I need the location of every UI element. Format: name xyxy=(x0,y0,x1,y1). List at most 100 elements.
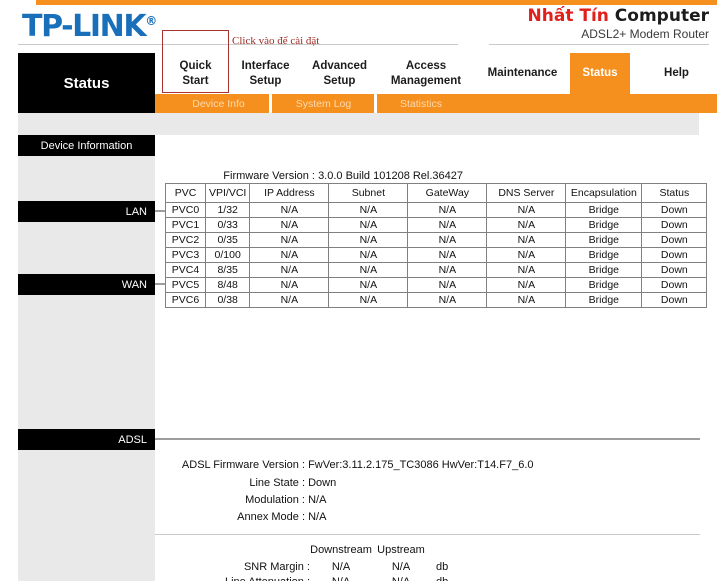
label-line-state: Line State : xyxy=(249,477,305,489)
table-cell: Down xyxy=(641,247,708,263)
adsl-stats-row-line-attenuation: Line Attenuation :N/AN/Adb xyxy=(155,576,448,581)
main-navigation: Status Quick Start Interface Setup Advanced S… xyxy=(0,53,717,113)
value-firmware-version: 3.0.0 Build 101208 Rel.36427 xyxy=(318,170,464,182)
nav-item-advanced-setup[interactable]: Advanced Setup xyxy=(302,53,377,94)
table-header-ip-address: IP Address xyxy=(249,183,330,203)
table-header-status: Status xyxy=(641,183,708,203)
header-divider-right xyxy=(489,44,709,45)
table-cell: Down xyxy=(641,217,708,233)
subnav-item-system-log[interactable]: System Log xyxy=(276,94,371,113)
table-cell: Bridge xyxy=(565,202,643,218)
table-cell: N/A xyxy=(328,217,409,233)
nav-item-quick-start[interactable]: Quick Start xyxy=(162,53,229,94)
router-admin-page: TP-LINK® Nhất Tín Computer ADSL2+ Modem … xyxy=(0,0,717,581)
table-cell: N/A xyxy=(249,202,330,218)
table-cell: N/A xyxy=(407,292,488,308)
value-snr-margin-upstream: N/A xyxy=(391,561,411,573)
nav-item-label-bottom: Start xyxy=(182,74,209,87)
wan-pvc-table: PVC VPI/VCI IP Address Subnet GateWay DNS Ser… xyxy=(165,183,708,308)
table-cell: 0/35 xyxy=(204,232,251,248)
value-adsl-firmware-version: FwVer:3.11.2.175_TC3086 HwVer:T14.F7_6.0 xyxy=(308,459,534,471)
table-header-row: PVC VPI/VCI IP Address Subnet GateWay DNS Ser… xyxy=(165,183,708,203)
table-cell: N/A xyxy=(407,232,488,248)
table-cell: PVC3 xyxy=(165,247,206,263)
wan-pvc-table-body: PVC0 1/32 N/A N/A N/A N/A Bridge Down PVC1 0/33 N/… xyxy=(165,202,708,308)
value-line-attenuation-downstream: N/A xyxy=(310,576,372,581)
table-cell: N/A xyxy=(407,217,488,233)
info-row-firmware-version: Firmware Version : 3.0.0 Build 101208 Re… xyxy=(155,170,463,182)
label-modulation: Modulation : xyxy=(245,494,305,506)
table-cell: N/A xyxy=(249,292,330,308)
annotation-label: Click vào để cài đặt xyxy=(232,35,320,47)
table-cell: Bridge xyxy=(565,232,643,248)
table-cell: N/A xyxy=(486,247,567,263)
adsl-stats-divider xyxy=(155,534,700,535)
table-cell: PVC0 xyxy=(165,202,206,218)
navigation-items: Quick Start Interface Setup Advanced Setup Acc… xyxy=(155,53,717,94)
table-cell: N/A xyxy=(328,292,409,308)
subnav-separator-2 xyxy=(374,94,377,113)
reseller-name: Nhất Tín Computer xyxy=(528,6,709,27)
nav-item-label-bottom: Setup xyxy=(249,74,282,87)
table-cell: PVC4 xyxy=(165,262,206,278)
reseller-branding: Nhất Tín Computer ADSL2+ Modem Router xyxy=(528,6,709,41)
table-row: PVC1 0/33 N/A N/A N/A N/A Bridge Down xyxy=(165,217,708,233)
table-row: PVC5 8/48 N/A N/A N/A N/A Bridge Down xyxy=(165,277,708,293)
table-cell: Bridge xyxy=(565,277,643,293)
table-cell: Down xyxy=(641,277,708,293)
nav-item-label-top: Help xyxy=(664,67,689,80)
table-cell: Down xyxy=(641,262,708,278)
device-model-subtitle: ADSL2+ Modem Router xyxy=(581,26,709,41)
label-annex-mode: Annex Mode : xyxy=(237,511,305,523)
nav-item-maintenance[interactable]: Maintenance xyxy=(475,53,570,94)
table-cell: 1/32 xyxy=(204,202,251,218)
table-header-pvc: PVC xyxy=(165,183,206,203)
unit-snr-margin: db xyxy=(436,561,449,573)
table-cell: N/A xyxy=(249,217,330,233)
info-row-annex-mode: Annex Mode : N/A xyxy=(155,511,326,523)
nav-item-label-top: Status xyxy=(582,67,618,80)
value-snr-margin-downstream: N/A xyxy=(331,561,351,573)
sub-navigation: Device Info System Log Statistics xyxy=(155,94,717,113)
adsl-stats-header-row: Downstream Upstream xyxy=(155,544,430,556)
section-header-lan: LAN xyxy=(18,201,155,222)
table-header-dns-server: DNS Server xyxy=(486,183,567,203)
nav-item-label-bottom: Management xyxy=(390,74,462,87)
nav-item-interface-setup[interactable]: Interface Setup xyxy=(229,53,302,94)
subnav-item-device-info[interactable]: Device Info xyxy=(171,94,266,113)
table-header-subnet: Subnet xyxy=(328,183,409,203)
table-cell: PVC6 xyxy=(165,292,206,308)
subnav-item-statistics[interactable]: Statistics xyxy=(381,94,461,113)
table-cell: N/A xyxy=(407,202,488,218)
nav-item-help[interactable]: Help xyxy=(644,53,709,94)
wan-pvc-table-head: PVC VPI/VCI IP Address Subnet GateWay DNS Ser… xyxy=(165,183,708,203)
table-cell: 0/38 xyxy=(204,292,251,308)
table-cell: N/A xyxy=(249,232,330,248)
label-firmware-version: Firmware Version : xyxy=(223,170,315,182)
table-cell: N/A xyxy=(328,232,409,248)
table-cell: Bridge xyxy=(565,217,643,233)
table-cell: PVC2 xyxy=(165,232,206,248)
table-cell: 0/33 xyxy=(204,217,251,233)
nav-item-label-bottom: Setup xyxy=(323,74,356,87)
table-cell: 8/48 xyxy=(204,277,251,293)
label-adsl-firmware-version: ADSL Firmware Version : xyxy=(181,459,305,471)
unit-line-attenuation: db xyxy=(430,576,448,581)
nav-item-label-top: Access xyxy=(405,60,447,73)
content-top-band xyxy=(18,113,699,135)
nav-item-label-top: Maintenance xyxy=(487,67,558,80)
section-header-adsl: ADSL xyxy=(18,429,155,450)
subnav-separator-1 xyxy=(269,94,272,113)
subnav-left-filler xyxy=(18,94,155,113)
table-cell: N/A xyxy=(249,247,330,263)
nav-item-access-management[interactable]: Access Management xyxy=(377,53,475,94)
table-row: PVC0 1/32 N/A N/A N/A N/A Bridge Down xyxy=(165,202,708,218)
table-cell: N/A xyxy=(486,202,567,218)
nav-item-status[interactable]: Status xyxy=(570,53,630,94)
table-cell: Down xyxy=(641,232,708,248)
registered-trademark-icon: ® xyxy=(145,14,158,28)
table-cell: N/A xyxy=(486,232,567,248)
table-header-vpi-vci: VPI/VCI xyxy=(204,183,251,203)
table-cell: N/A xyxy=(486,262,567,278)
page-header: TP-LINK® Nhất Tín Computer ADSL2+ Modem … xyxy=(0,5,717,45)
